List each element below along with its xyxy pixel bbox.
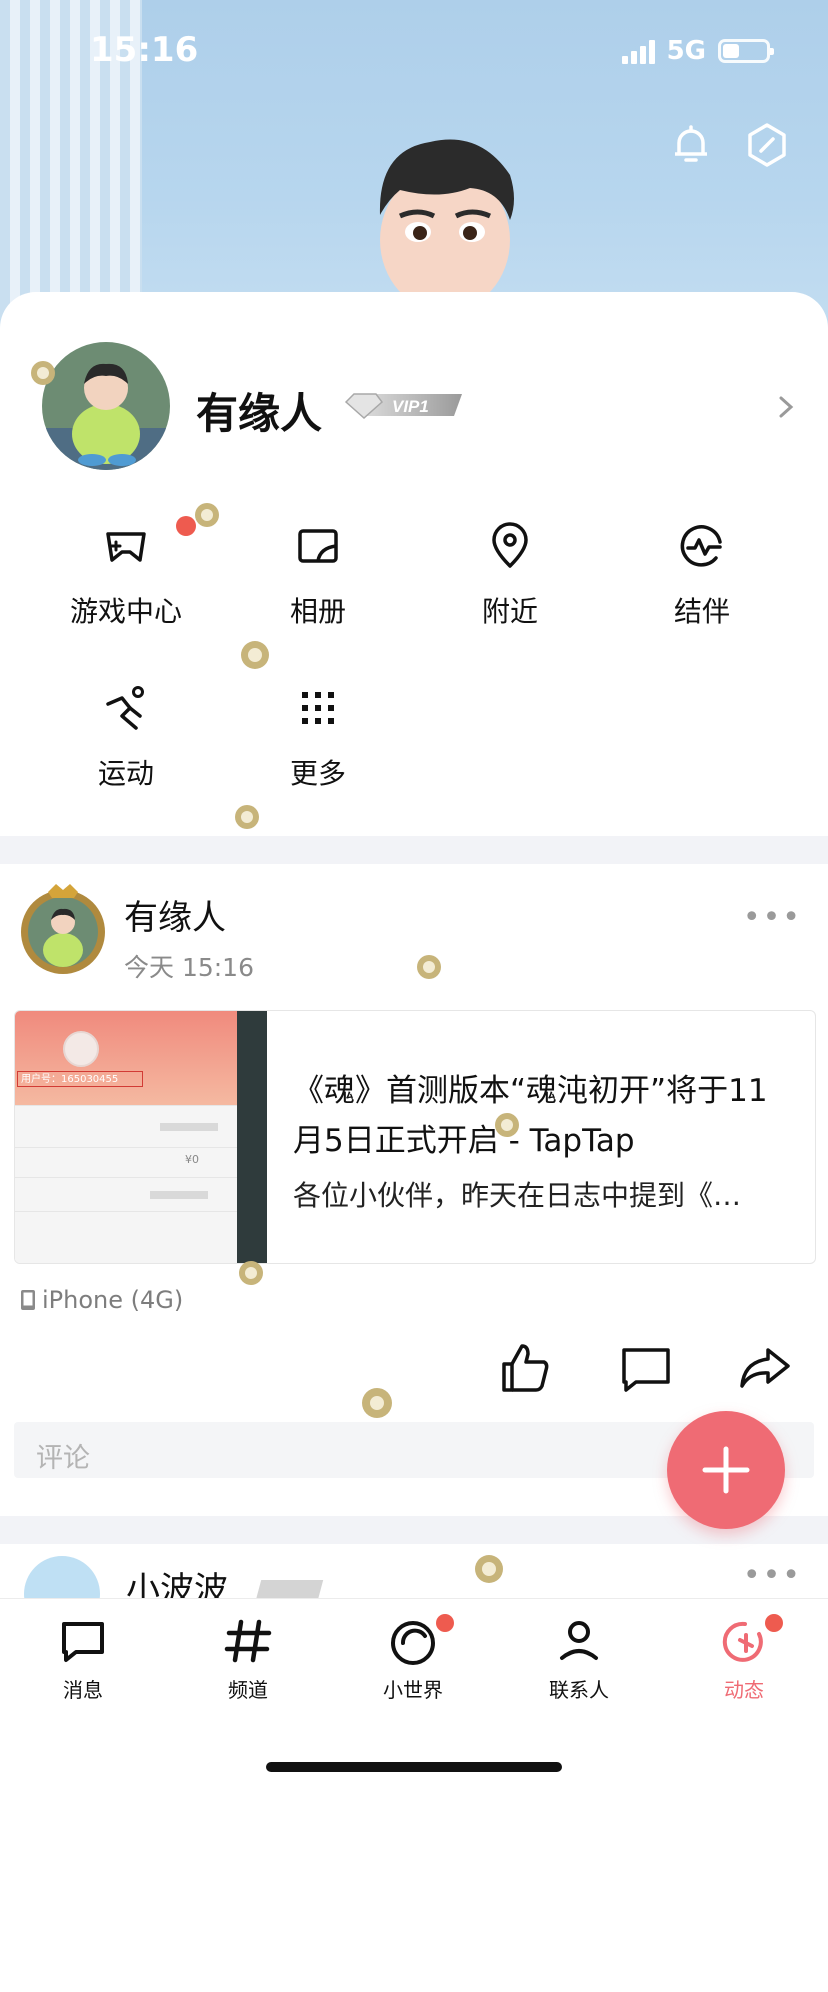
tab-label: 联系人 <box>549 1678 609 1702</box>
ornament-sticker <box>417 955 441 979</box>
location-pin-icon <box>492 522 528 568</box>
cartoon-avatar <box>379 139 514 312</box>
shortcut-album[interactable]: 相册 <box>238 520 398 630</box>
profile-name[interactable]: 有缘人 <box>196 380 322 441</box>
create-post-button[interactable] <box>667 1411 785 1529</box>
message-icon <box>62 1622 104 1662</box>
post-author-name[interactable]: 有缘人 <box>124 890 226 939</box>
ornament-sticker <box>475 1555 503 1583</box>
link-thumbnail: 用户号：165030455 ¥0 <box>15 1011 267 1263</box>
more-options-icon[interactable]: ••• <box>743 1558 802 1593</box>
share-icon[interactable] <box>736 1340 792 1396</box>
tab-small-world[interactable]: 小世界 <box>358 1614 468 1703</box>
hexagon-settings-icon[interactable] <box>742 120 792 170</box>
shortcut-label: 运动 <box>97 757 154 790</box>
phone-icon <box>21 1290 35 1310</box>
shortcut-more[interactable]: 更多 <box>238 682 398 792</box>
tab-badge <box>436 1614 454 1632</box>
network-label: 5G <box>666 36 706 66</box>
shared-link-card[interactable]: 用户号：165030455 ¥0 《魂》首测版本“魂沌初开”将于11月5日正式开… <box>14 1010 816 1264</box>
tab-contacts[interactable]: 联系人 <box>524 1616 634 1703</box>
ornament-sticker <box>362 1388 392 1418</box>
next-post-author: 小波波 <box>126 1570 228 1600</box>
tab-messages[interactable]: 消息 <box>28 1616 138 1703</box>
shortcut-label: 相册 <box>289 595 346 628</box>
ornament-sticker <box>31 361 55 385</box>
shortcut-label: 游戏中心 <box>69 595 182 628</box>
tab-dynamic[interactable]: 动态 <box>689 1614 799 1703</box>
next-post-avatar <box>24 1556 100 1600</box>
signal-icon <box>621 38 655 64</box>
running-icon <box>106 686 144 730</box>
grid-dots-icon <box>302 692 334 724</box>
contact-icon <box>560 1621 598 1660</box>
post-author-avatar[interactable] <box>18 880 108 980</box>
tab-label: 消息 <box>63 1678 103 1702</box>
bell-icon[interactable] <box>666 120 716 170</box>
album-icon <box>298 529 338 563</box>
chevron-right-icon[interactable] <box>774 392 798 422</box>
vip-label: VIP1 <box>392 397 429 416</box>
next-post-preview[interactable]: 小波波 ••• <box>0 1540 828 1600</box>
ornament-sticker <box>241 641 269 669</box>
tab-label: 小世界 <box>383 1678 443 1702</box>
comment-icon[interactable] <box>618 1340 674 1396</box>
tab-channels[interactable]: 频道 <box>193 1616 303 1703</box>
world-icon <box>391 1621 435 1665</box>
status-indicators: 5G <box>621 36 774 66</box>
device-label: iPhone (4G) <box>42 1286 184 1314</box>
hashtag-icon <box>224 1619 272 1663</box>
post-device: iPhone (4G) <box>20 1286 183 1314</box>
shortcut-nearby[interactable]: 附近 <box>430 520 590 630</box>
home-indicator <box>266 1762 562 1772</box>
post-timestamp: 今天 15:16 <box>124 953 254 982</box>
next-post-badge <box>254 1580 324 1600</box>
ornament-sticker <box>235 805 259 829</box>
battery-icon <box>718 39 774 63</box>
shortcut-label: 更多 <box>289 757 346 790</box>
comment-placeholder: 评论 <box>36 1443 90 1474</box>
ornament-sticker <box>495 1113 519 1137</box>
tab-label: 频道 <box>228 1678 268 1702</box>
shortcut-sports[interactable]: 运动 <box>46 682 206 792</box>
plus-icon <box>702 1446 750 1494</box>
section-divider <box>0 836 828 864</box>
vip-badge[interactable]: VIP1 <box>342 390 466 420</box>
link-title: 《魂》首测版本“魂沌初开”将于11月5日正式开启 - TapTap <box>293 1073 768 1159</box>
thumb-user-id: 用户号：165030455 <box>17 1071 143 1087</box>
shortcut-companion[interactable]: 结伴 <box>622 520 782 630</box>
dynamic-star-icon <box>722 1621 763 1662</box>
tab-label: 动态 <box>724 1678 764 1702</box>
shortcut-label: 结伴 <box>673 595 730 628</box>
shortcut-label: 附近 <box>481 595 538 628</box>
ornament-sticker <box>195 503 219 527</box>
link-description: 各位小伙伴，昨天在日志中提到《… <box>293 1179 742 1212</box>
status-time: 15:16 <box>90 30 199 70</box>
more-options-icon[interactable]: ••• <box>743 900 802 935</box>
gamepad-icon <box>106 532 146 562</box>
pulse-circle-icon <box>680 525 722 567</box>
tab-badge <box>765 1614 783 1632</box>
like-icon[interactable] <box>498 1340 554 1396</box>
shortcut-game-center[interactable]: 游戏中心 <box>46 520 206 630</box>
thumb-amount: ¥0 <box>185 1153 199 1166</box>
ornament-sticker <box>239 1261 263 1285</box>
